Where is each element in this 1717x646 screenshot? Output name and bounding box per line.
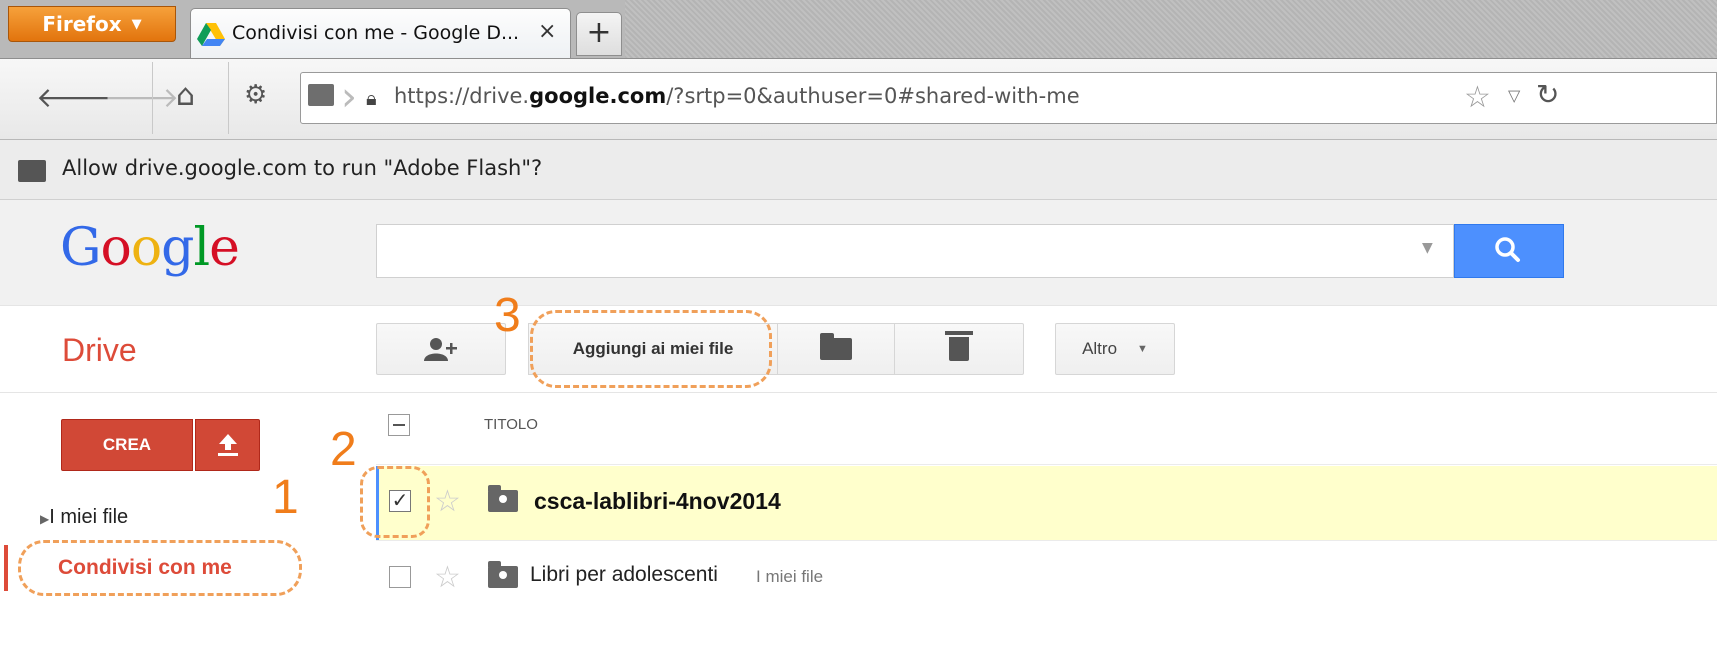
- plugin-icon: [18, 160, 46, 182]
- upload-button[interactable]: [195, 419, 260, 471]
- annotation-step-2: 2: [330, 423, 357, 476]
- google-logo[interactable]: Google: [60, 218, 240, 278]
- firefox-menu-label: Firefox: [42, 12, 122, 36]
- reload-icon[interactable]: ↻: [1536, 78, 1559, 111]
- google-drive-icon: [197, 23, 225, 46]
- sidebar-item-my-files[interactable]: ▶I miei file: [40, 506, 128, 529]
- back-arrow-icon[interactable]: 🡐: [36, 80, 111, 114]
- firefox-menu-button[interactable]: Firefox ▼: [8, 6, 176, 42]
- logo-letter: g: [161, 218, 194, 278]
- bookmark-star-icon[interactable]: ☆: [1464, 80, 1491, 115]
- forward-arrow-icon[interactable]: 🡒: [104, 80, 179, 114]
- logo-letter: o: [100, 218, 132, 278]
- expand-arrow-icon[interactable]: ▶: [40, 512, 49, 526]
- more-button[interactable]: Altro ▼: [1055, 323, 1175, 375]
- toolbar-divider: [228, 62, 229, 134]
- search-button[interactable]: [1454, 224, 1564, 278]
- chevron-down-icon: ▼: [131, 16, 142, 32]
- url-path: /?srtp=0&authuser=0#shared-with-me: [666, 84, 1080, 108]
- annotation-step-1: 1: [272, 471, 299, 524]
- toolbar-divider: [0, 392, 1717, 393]
- search-options-dropdown-icon[interactable]: ▼: [1422, 240, 1433, 256]
- logo-letter: l: [193, 218, 210, 278]
- share-button[interactable]: [376, 323, 506, 375]
- upload-icon: [217, 434, 238, 456]
- annotation-highlight-shared: [18, 540, 302, 596]
- move-to-folder-button[interactable]: [777, 323, 895, 375]
- add-person-icon: [424, 338, 457, 361]
- chevron-right-icon: ›: [341, 74, 357, 120]
- tab-title: Condivisi con me - Google D...: [232, 22, 520, 44]
- new-tab-button[interactable]: +: [576, 12, 622, 56]
- plugin-prompt-text: Allow drive.google.com to run "Adobe Fla…: [62, 156, 543, 180]
- search-input[interactable]: [376, 224, 1454, 278]
- delete-button[interactable]: [894, 323, 1024, 375]
- file-location[interactable]: I miei file: [756, 567, 823, 587]
- trash-icon: [945, 331, 973, 361]
- logo-letter: G: [60, 218, 102, 278]
- annotation-step-3: 3: [494, 289, 521, 342]
- close-icon[interactable]: ×: [538, 19, 556, 44]
- search-icon: [1495, 237, 1520, 262]
- url-prefix: https://drive.: [394, 84, 530, 108]
- star-icon[interactable]: ☆: [434, 484, 461, 519]
- home-icon[interactable]: ⌂: [176, 78, 195, 113]
- addon-icon[interactable]: ⚙: [244, 80, 267, 110]
- more-label: Altro: [1082, 339, 1118, 358]
- annotation-highlight-checkbox: [360, 466, 430, 538]
- history-dropdown-icon[interactable]: ▽: [1508, 86, 1520, 105]
- column-header-title[interactable]: TITOLO: [484, 416, 538, 433]
- logo-letter: e: [209, 218, 240, 278]
- tab-strip-background: [625, 0, 1717, 58]
- active-nav-indicator: [4, 545, 8, 591]
- create-button[interactable]: CREA: [61, 419, 193, 471]
- drive-title[interactable]: Drive: [62, 332, 137, 369]
- logo-letter: o: [130, 218, 162, 278]
- annotation-highlight-add-button: [530, 310, 772, 388]
- sidebar-item-label: I miei file: [49, 506, 129, 528]
- toolbar-divider: [152, 62, 153, 134]
- file-name[interactable]: Libri per adolescenti: [530, 563, 718, 587]
- row-divider: [376, 540, 1717, 541]
- star-icon[interactable]: ☆: [434, 560, 461, 595]
- plugin-icon[interactable]: [308, 84, 334, 106]
- folder-icon: [820, 333, 852, 360]
- url-text[interactable]: https://drive.google.com/?srtp=0&authuse…: [394, 84, 1080, 108]
- select-all-checkbox[interactable]: [388, 414, 410, 436]
- row-checkbox[interactable]: [389, 566, 411, 588]
- url-domain: google.com: [529, 84, 667, 108]
- file-name[interactable]: csca-lablibri-4nov2014: [534, 488, 781, 515]
- lock-icon[interactable]: 🔒︎: [366, 86, 377, 110]
- chevron-down-icon: ▼: [1137, 343, 1148, 355]
- row-divider: [376, 464, 1717, 465]
